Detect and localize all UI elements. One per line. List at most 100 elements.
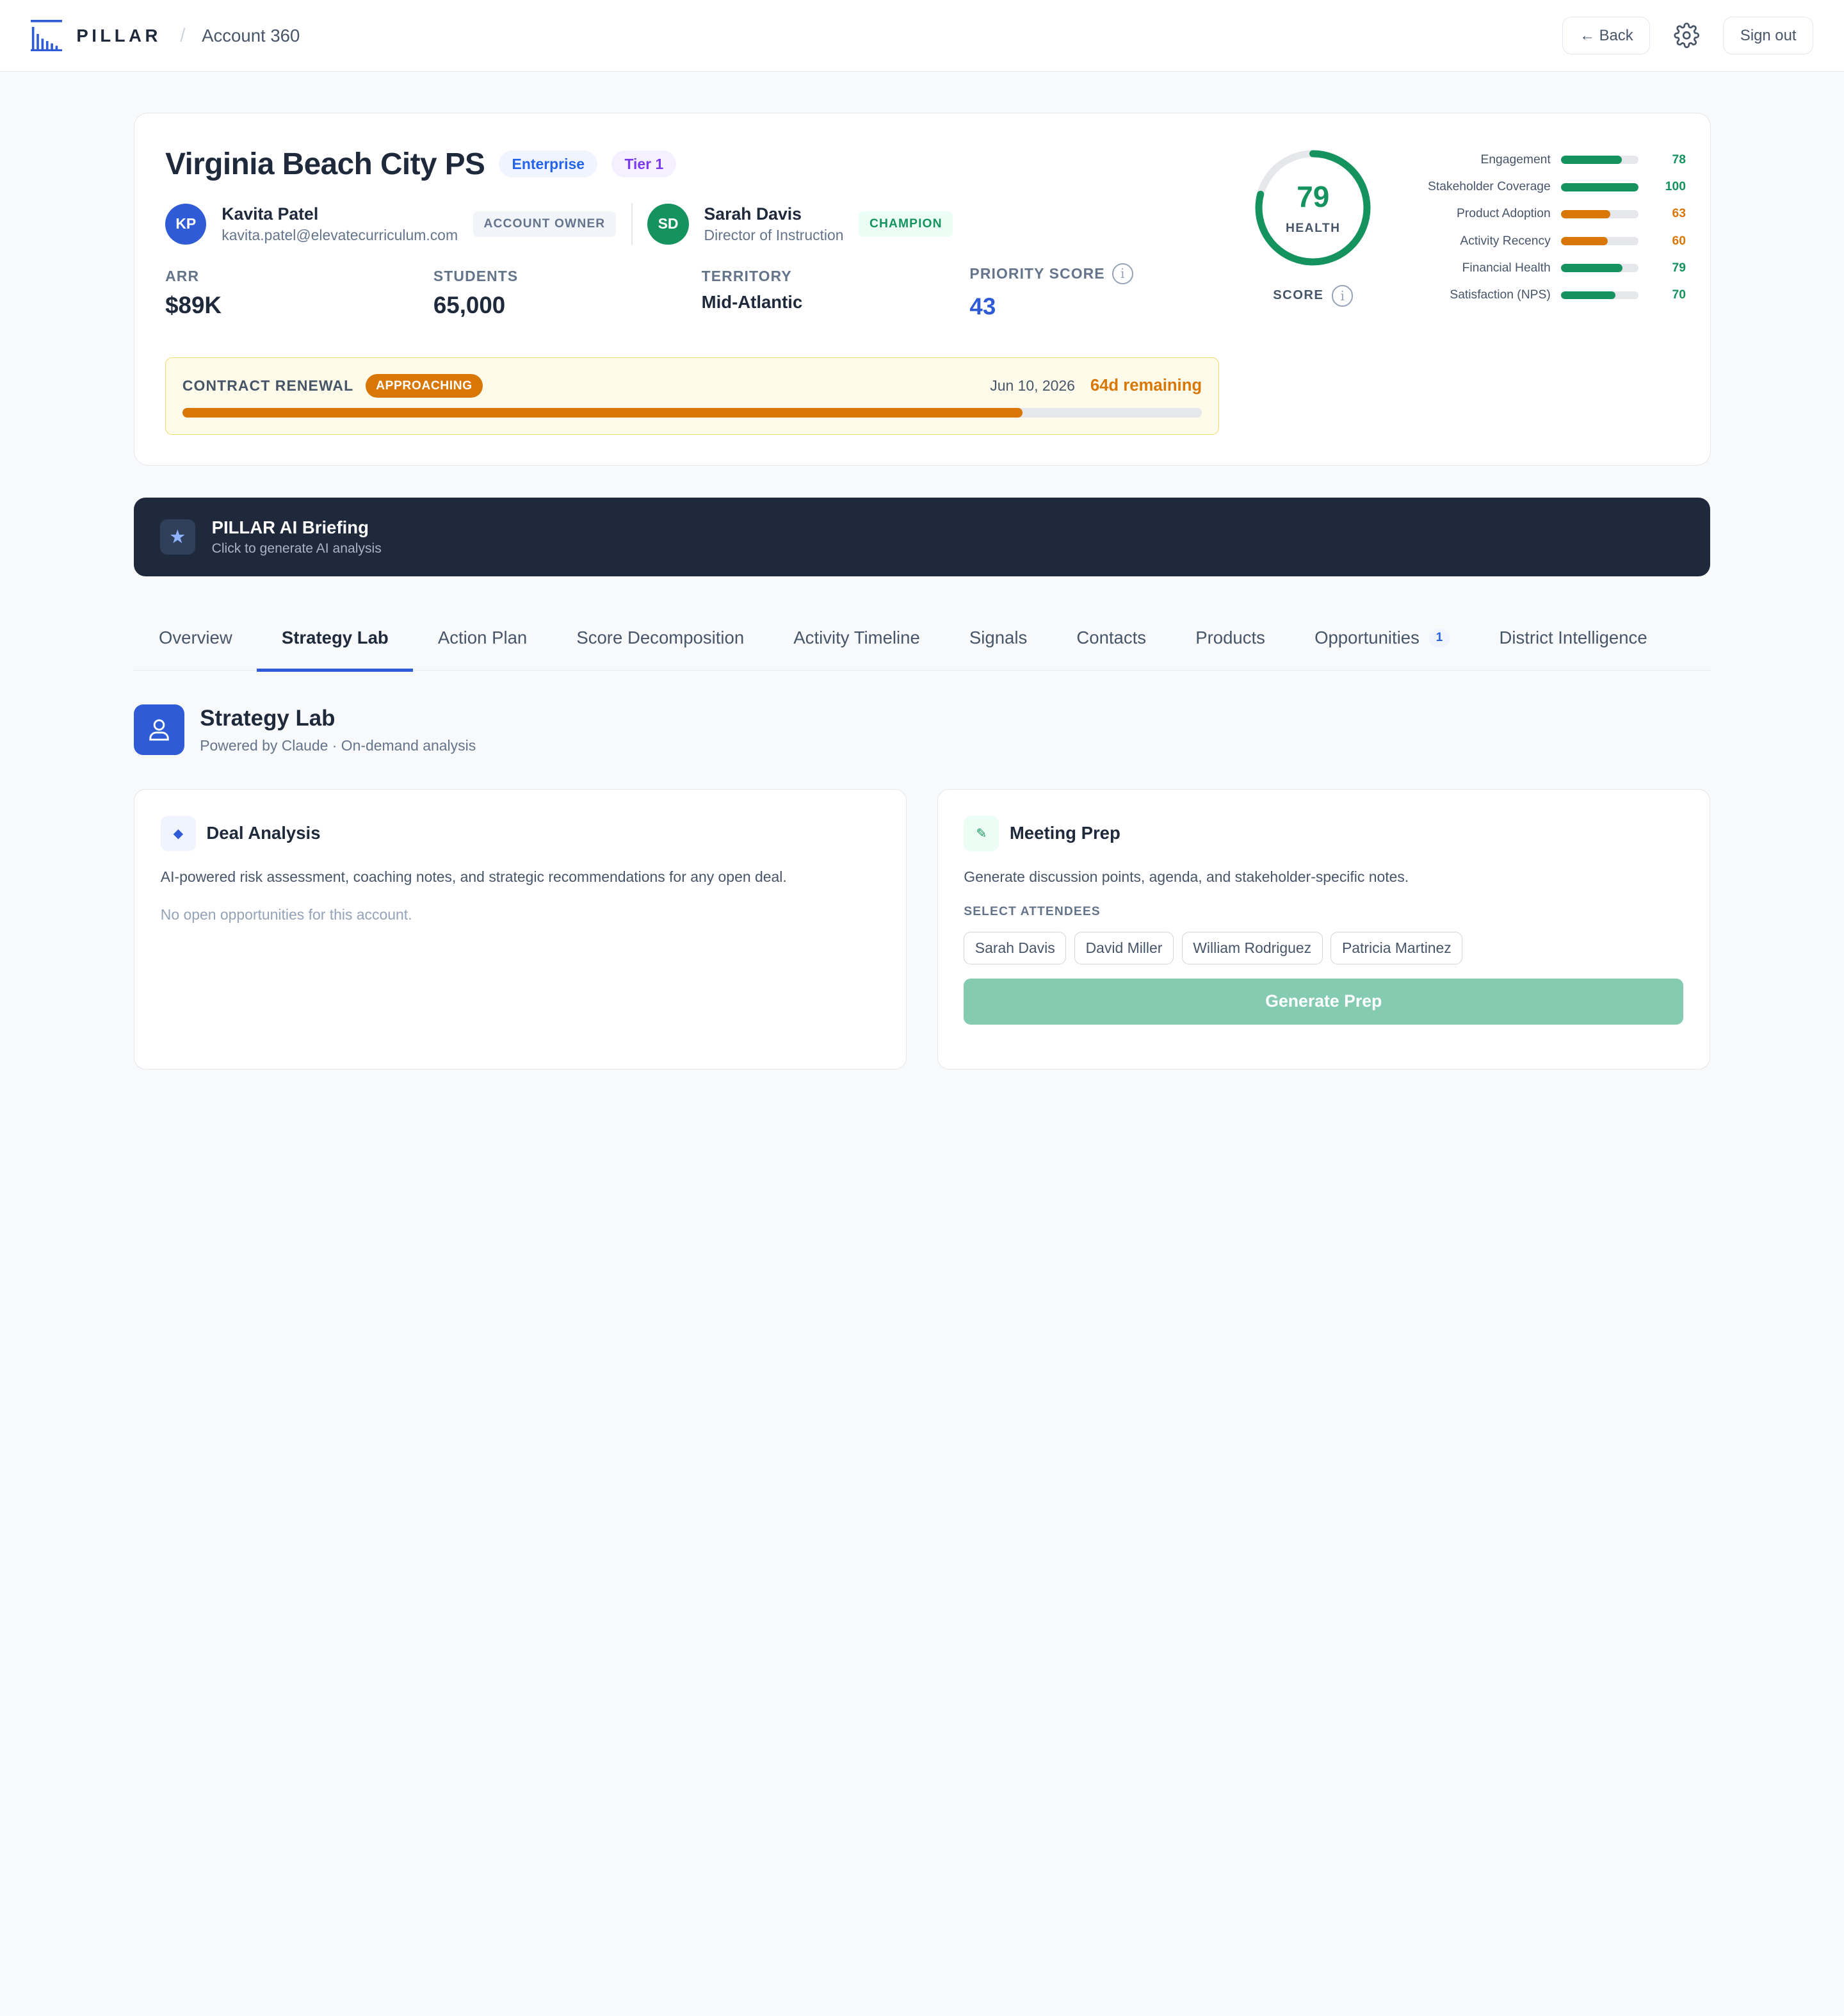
health-factor-row: Financial Health 79: [1395, 255, 1694, 282]
champion-title: Director of Instruction: [704, 226, 844, 243]
avatar: KP: [165, 203, 207, 245]
tab-label: Action Plan: [437, 628, 528, 648]
tab-district-intelligence[interactable]: District Intelligence: [1475, 606, 1672, 671]
priority-label: PRIORITY SCORE: [969, 264, 1105, 282]
health-score-value: 79: [1297, 180, 1330, 214]
ai-briefing-text: PILLAR AI Briefing Click to generate AI …: [212, 517, 382, 557]
factor-bar: [1561, 183, 1639, 191]
panel-title: Deal Analysis: [206, 823, 321, 843]
factor-value: 63: [1672, 207, 1686, 221]
divider: [631, 202, 633, 245]
factor-bar-fill: [1561, 209, 1610, 218]
attendee-chip-sarah-davis[interactable]: Sarah Davis: [964, 932, 1067, 965]
factor-name: Activity Recency: [1460, 234, 1551, 248]
tab-label: Score Decomposition: [576, 628, 745, 648]
factor-bar-fill: [1561, 183, 1639, 191]
tab-score-decomposition[interactable]: Score Decomposition: [552, 606, 769, 671]
factor-bar: [1561, 209, 1639, 218]
renewal-remaining: 64d remaining: [1090, 377, 1202, 395]
factor-value: 70: [1672, 288, 1686, 302]
health-label: HEALTH: [1285, 222, 1341, 236]
generate-prep-button[interactable]: Generate Prep: [964, 979, 1684, 1025]
attendee-chip-patricia-martinez[interactable]: Patricia Martinez: [1330, 932, 1463, 965]
tab-overview[interactable]: Overview: [134, 606, 257, 671]
tab-contacts[interactable]: Contacts: [1052, 606, 1171, 671]
account-title-row: Virginia Beach City PS Enterprise Tier 1: [165, 147, 677, 182]
account-owner[interactable]: Kavita Patel kavita.patel@elevatecurricu…: [222, 204, 458, 244]
tab-action-plan[interactable]: Action Plan: [413, 606, 551, 671]
factor-value: 79: [1672, 261, 1686, 275]
tab-activity-timeline[interactable]: Activity Timeline: [769, 606, 945, 671]
factor-value: 100: [1665, 180, 1686, 194]
ai-briefing-title: PILLAR AI Briefing: [211, 517, 369, 537]
factor-name: Product Adoption: [1457, 207, 1551, 221]
health-factor-row: Product Adoption 63: [1395, 200, 1694, 227]
ai-briefing-banner[interactable]: ★ PILLAR AI Briefing Click to generate A…: [134, 497, 1710, 576]
tab-strategy-lab[interactable]: Strategy Lab: [257, 606, 413, 672]
info-icon[interactable]: i: [1112, 263, 1133, 284]
panel-description: Generate discussion points, agenda, and …: [964, 868, 1409, 886]
factor-bar-fill: [1561, 156, 1622, 165]
metric-students: STUDENTS 65,000: [433, 268, 702, 320]
health-factor-row: Engagement 78: [1395, 147, 1694, 174]
back-button[interactable]: ← Back: [1562, 17, 1651, 54]
panel-description: AI-powered risk assessment, coaching not…: [160, 868, 787, 886]
factor-bar: [1561, 237, 1639, 245]
renewal-date: Jun 10, 2026: [990, 377, 1075, 394]
metric-territory: TERRITORY Mid-Atlantic: [702, 268, 970, 320]
strategy-lab-text: Strategy Lab Powered by Claude · On-dema…: [200, 706, 476, 754]
empty-state: No open opportunities for this account.: [160, 906, 412, 923]
strategy-lab-header: Strategy Lab Powered by Claude · On-dema…: [134, 704, 476, 756]
pencil-icon: ✎: [964, 815, 999, 851]
metric-arr: ARR $89K: [165, 268, 433, 320]
factor-value: 78: [1672, 152, 1686, 167]
info-icon[interactable]: i: [1332, 285, 1354, 307]
user-icon: [134, 704, 185, 756]
page-subtitle: Powered by Claude · On-demand analysis: [200, 736, 476, 754]
factor-name: Financial Health: [1462, 261, 1551, 275]
tier-badge: Tier 1: [611, 150, 677, 178]
renewal-progress-fill: [182, 408, 1023, 418]
factor-bar-fill: [1561, 264, 1623, 273]
health-caption: SCORE i: [1252, 285, 1374, 307]
metric-value: Mid-Atlantic: [701, 291, 803, 312]
metric-priority: PRIORITY SCORE i 43: [969, 263, 1238, 321]
tab-label: Signals: [969, 628, 1028, 648]
tab-label: Activity Timeline: [793, 628, 920, 648]
sign-out-button[interactable]: Sign out: [1723, 17, 1814, 54]
star-icon: ★: [159, 519, 195, 555]
account-tabs: Overview Strategy Lab Action Plan Score Dec…: [134, 606, 1710, 672]
metric-value: 65,000: [433, 291, 506, 318]
factor-name: Stakeholder Coverage: [1428, 180, 1551, 194]
breadcrumb: Account 360: [202, 25, 300, 45]
account-name: Virginia Beach City PS: [165, 147, 485, 181]
ai-briefing-subtitle: Click to generate AI analysis: [211, 541, 382, 557]
health-factor-row: Activity Recency 60: [1395, 227, 1694, 254]
tab-label: Products: [1195, 628, 1265, 648]
gear-icon[interactable]: [1674, 22, 1700, 49]
tab-label: Overview: [158, 628, 232, 648]
metric-label: PRIORITY SCORE i: [969, 263, 1238, 284]
champion-contact[interactable]: Sarah Davis Director of Instruction: [704, 204, 844, 244]
factor-name: Engagement: [1480, 152, 1551, 167]
top-bar: PILLAR / Account 360 ← Back Sign out: [0, 0, 1844, 72]
health-factors: Engagement 78 Stakeholder Coverage 100 Produ…: [1395, 147, 1694, 309]
priority-score-value: 43: [969, 293, 996, 320]
tab-opportunities[interactable]: Opportunities 1: [1290, 606, 1475, 671]
contract-renewal: CONTRACT RENEWAL APPROACHING Jun 10, 202…: [165, 357, 1219, 435]
metric-label: TERRITORY: [701, 267, 792, 284]
factor-bar: [1561, 156, 1639, 165]
owner-email: kavita.patel@elevatecurriculum.com: [222, 226, 458, 243]
status-badge: APPROACHING: [365, 374, 483, 398]
attendees-label: SELECT ATTENDEES: [964, 904, 1101, 918]
attendee-chips: Sarah Davis David Miller William Rodrigu…: [964, 932, 1683, 965]
metric-label: ARR: [165, 267, 200, 284]
owner-name: Kavita Patel: [222, 204, 319, 224]
account-summary-card: Virginia Beach City PS Enterprise Tier 1…: [134, 113, 1711, 466]
logo[interactable]: PILLAR: [30, 19, 161, 52]
attendee-chip-william-rodriguez[interactable]: William Rodriguez: [1181, 932, 1323, 965]
factor-bar-fill: [1561, 237, 1608, 245]
attendee-chip-david-miller[interactable]: David Miller: [1074, 932, 1174, 965]
tab-signals[interactable]: Signals: [944, 606, 1051, 671]
tab-products[interactable]: Products: [1171, 606, 1290, 671]
